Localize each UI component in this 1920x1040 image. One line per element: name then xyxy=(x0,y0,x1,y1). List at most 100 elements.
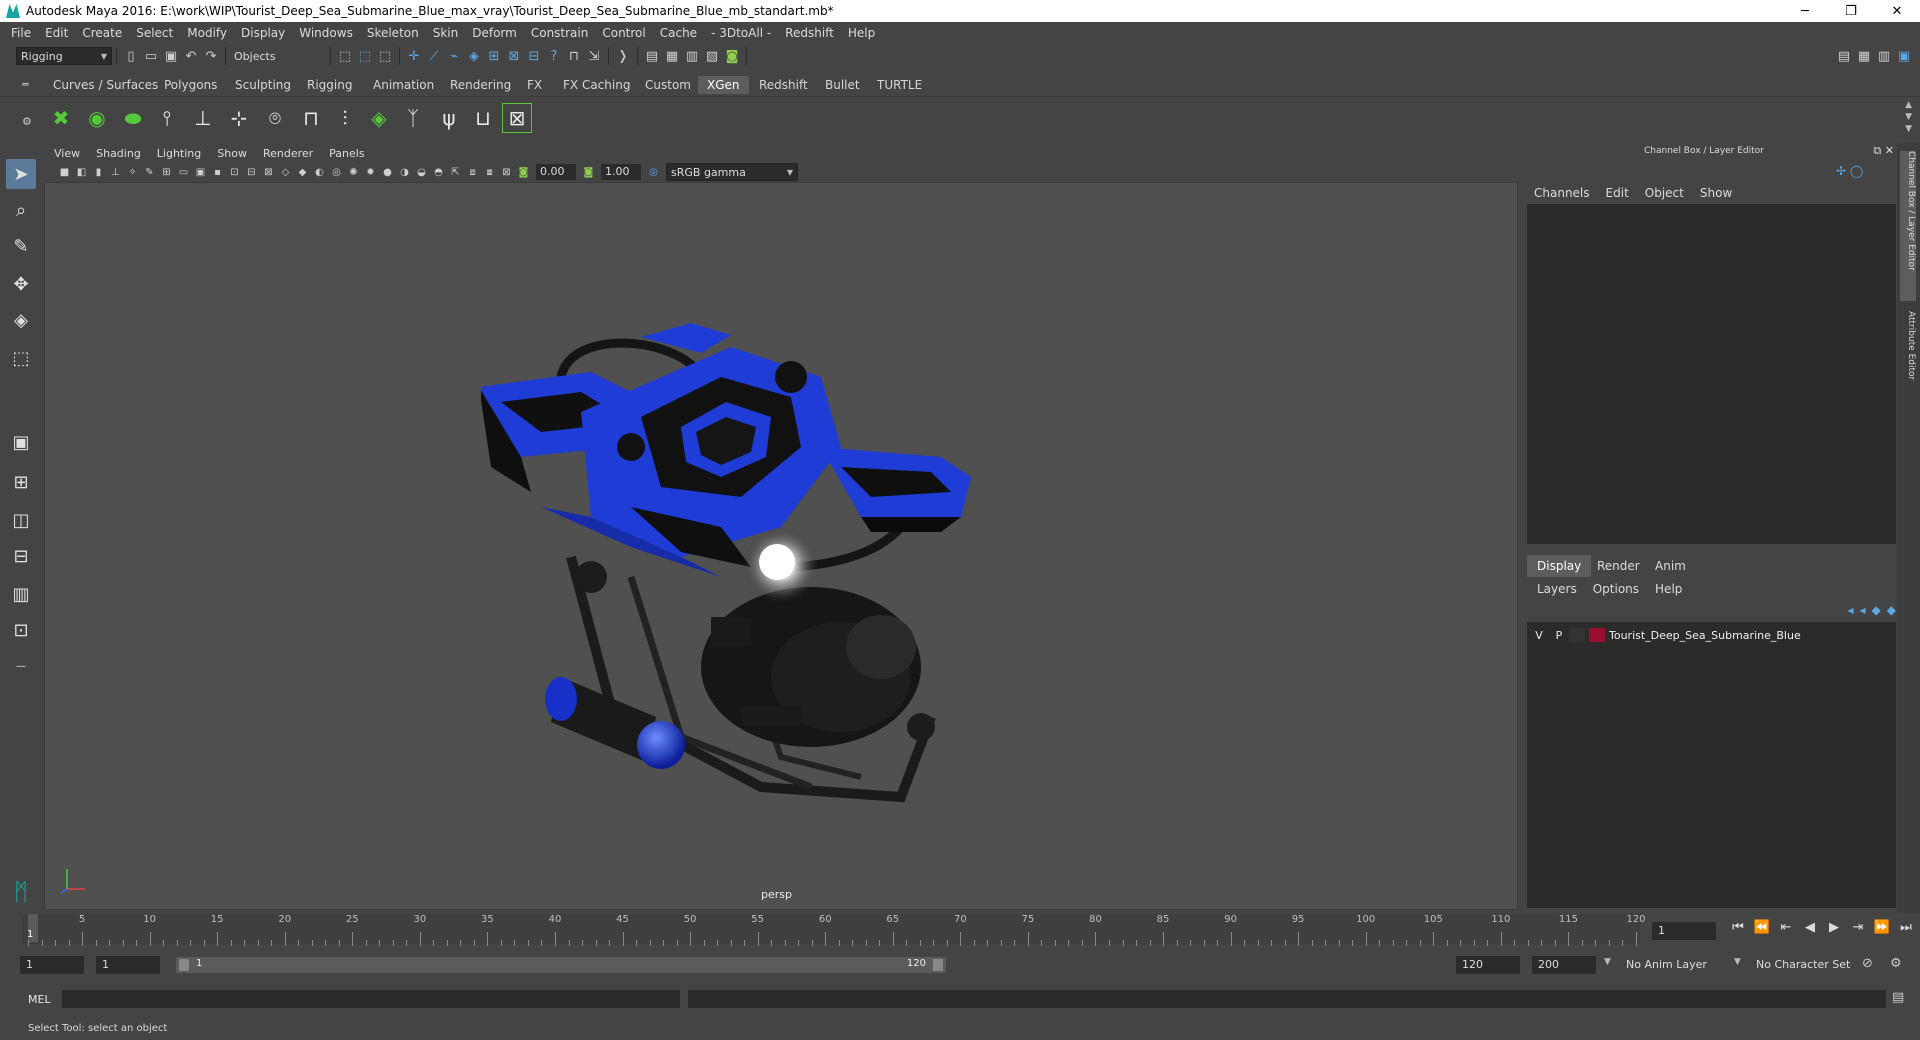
step-forward-icon[interactable]: ⏩ xyxy=(1872,920,1892,942)
safe-title-icon[interactable]: ⊠ xyxy=(260,164,277,180)
exposure-field[interactable]: 0.00 xyxy=(536,164,576,180)
step-forward-key-icon[interactable]: ⇥ xyxy=(1848,920,1868,942)
tab-xgen[interactable]: XGen xyxy=(698,76,749,94)
xgen-lock-guide-icon[interactable]: ⊓ xyxy=(296,103,326,133)
new-scene-icon[interactable]: ▯ xyxy=(121,46,141,66)
xgen-add-guide-icon[interactable]: ⊥ xyxy=(188,103,218,133)
tab-display[interactable]: Display xyxy=(1527,555,1592,577)
open-scene-icon[interactable]: ▭ xyxy=(141,46,161,66)
render-current-icon[interactable]: ▦ xyxy=(662,46,682,66)
playback-end-field[interactable]: 120 xyxy=(1456,956,1520,974)
viewport-menu-panels[interactable]: Panels xyxy=(329,147,364,160)
field-chart-icon[interactable]: ⊡ xyxy=(226,164,243,180)
tab-curves-surfaces[interactable]: Curves / Surfaces xyxy=(44,76,167,94)
menu-windows[interactable]: Windows xyxy=(292,26,360,40)
xgen-comb-icon[interactable]: ψ xyxy=(434,103,464,133)
safe-action-icon[interactable]: ⊟ xyxy=(243,164,260,180)
render-view-icon[interactable]: ▤ xyxy=(642,46,662,66)
step-back-key-icon[interactable]: ⇤ xyxy=(1776,920,1796,942)
motion-blur-icon[interactable]: ◑ xyxy=(396,164,413,180)
new-layer-selected-icon[interactable]: ◆ xyxy=(1887,603,1896,617)
select-hierarchy-icon[interactable]: ⬚ xyxy=(335,46,355,66)
exposure-icon[interactable]: ◙ xyxy=(515,164,532,180)
quick-layout-hypershade-icon[interactable]: ⊡ xyxy=(6,615,36,645)
menu-3dtoall[interactable]: - 3DtoAll - xyxy=(704,26,778,40)
xray-joints-icon[interactable]: ⧇ xyxy=(481,164,498,180)
rotate-tool-icon[interactable]: ◈ xyxy=(6,305,36,335)
range-start-handle[interactable] xyxy=(179,959,189,971)
menu-cache[interactable]: Cache xyxy=(653,26,704,40)
2d-pan-zoom-icon[interactable]: ✧ xyxy=(124,164,141,180)
channel-box-area[interactable] xyxy=(1527,204,1896,544)
chevron-down-icon[interactable]: ▼ xyxy=(1604,957,1611,967)
tab-anim[interactable]: Anim xyxy=(1645,555,1696,577)
screen-space-ao-icon[interactable]: ● xyxy=(379,164,396,180)
select-object-icon[interactable]: ⬚ xyxy=(355,46,375,66)
gamma-field[interactable]: 1.00 xyxy=(601,164,641,180)
menu-help[interactable]: Help xyxy=(841,26,882,40)
xgen-layers-icon[interactable]: ◈ xyxy=(364,103,394,133)
auto-key-icon[interactable]: ⊘ xyxy=(1862,956,1873,971)
resolution-gate-icon[interactable]: ▣ xyxy=(192,164,209,180)
shelf-settings-icon[interactable]: ⚙ xyxy=(22,115,32,128)
gamma-icon[interactable]: ◙ xyxy=(580,164,597,180)
layer-display-type[interactable] xyxy=(1569,628,1585,642)
color-management-icon[interactable]: ◎ xyxy=(645,164,662,180)
move-tool-icon[interactable]: ✥ xyxy=(6,269,36,299)
grease-pencil-icon[interactable]: ✎ xyxy=(141,164,158,180)
xray-icon[interactable]: ⧈ xyxy=(464,164,481,180)
playback-start-field[interactable]: 1 xyxy=(96,956,160,974)
scale-tool-icon[interactable]: ⬚ xyxy=(6,343,36,373)
tab-redshift[interactable]: Redshift xyxy=(750,76,817,94)
menu-modify[interactable]: Modify xyxy=(180,26,234,40)
tab-sculpting[interactable]: Sculpting xyxy=(226,76,300,94)
object-menu[interactable]: Object xyxy=(1645,186,1684,200)
side-tab-attribute-editor[interactable]: Attribute Editor xyxy=(1900,311,1916,401)
viewport-menu-show[interactable]: Show xyxy=(217,147,247,160)
workspace-layout-icon[interactable]: ▤ xyxy=(1834,46,1854,66)
menu-deform[interactable]: Deform xyxy=(465,26,524,40)
help-menu[interactable]: Help xyxy=(1655,582,1682,596)
tab-turtle[interactable]: TURTLE xyxy=(868,76,931,94)
viewport-menu-renderer[interactable]: Renderer xyxy=(263,147,313,160)
viewport-menu-shading[interactable]: Shading xyxy=(96,147,141,160)
lock-icon[interactable]: ⊓ xyxy=(564,46,584,66)
selection-mode-dropdown[interactable]: Objects xyxy=(230,47,326,65)
side-tab-channel-box[interactable]: Channel Box / Layer Editor xyxy=(1900,151,1916,301)
edit-menu[interactable]: Edit xyxy=(1606,186,1629,200)
menu-edit[interactable]: Edit xyxy=(38,26,75,40)
chevron-down-icon[interactable]: ▼ xyxy=(1734,957,1741,967)
layer-visibility-toggle[interactable]: V xyxy=(1529,629,1549,642)
range-slider[interactable]: 1 120 xyxy=(176,957,946,973)
xgen-bend-icon[interactable]: ᛉ xyxy=(398,103,428,133)
show-menu[interactable]: Show xyxy=(1700,186,1732,200)
layer-color-swatch[interactable] xyxy=(1589,628,1605,642)
xray-components-icon[interactable]: ⊠ xyxy=(498,164,515,180)
snap-view-plane-icon[interactable]: ◈ xyxy=(464,46,484,66)
input-output-icon[interactable]: ⇲ xyxy=(584,46,604,66)
anim-layer-dropdown[interactable]: No Anim Layer xyxy=(1620,956,1736,974)
select-tool-icon[interactable]: ➤ xyxy=(6,159,36,189)
restore-button[interactable]: ❐ xyxy=(1828,0,1874,22)
step-back-icon[interactable]: ⏪ xyxy=(1752,920,1772,942)
current-frame-field[interactable]: 1 xyxy=(1652,922,1716,940)
new-empty-layer-icon[interactable]: ◆ xyxy=(1872,603,1881,617)
smooth-shade-icon[interactable]: ◆ xyxy=(294,164,311,180)
menu-select[interactable]: Select xyxy=(129,26,180,40)
submarine-model[interactable] xyxy=(481,317,1151,807)
animation-end-field[interactable]: 200 xyxy=(1532,956,1596,974)
menu-create[interactable]: Create xyxy=(75,26,129,40)
xgen-cut-icon[interactable]: ⊔ xyxy=(468,103,498,133)
camera-select-icon[interactable]: ■ xyxy=(56,164,73,180)
range-slider-track-rest[interactable] xyxy=(946,956,1446,974)
viewport-menu-view[interactable]: View xyxy=(54,147,80,160)
panel-float-close-icon[interactable]: ⧉ ✕ xyxy=(1873,144,1894,158)
quick-layout-single-icon[interactable]: ▣ xyxy=(6,427,36,457)
render-settings-icon[interactable]: ▧ xyxy=(702,46,722,66)
snap-help-icon[interactable]: ? xyxy=(544,46,564,66)
channels-menu[interactable]: Channels xyxy=(1534,186,1590,200)
shelf-menu-icon[interactable]: ═ xyxy=(22,78,29,91)
tab-bullet[interactable]: Bullet xyxy=(816,76,869,94)
shadows-icon[interactable]: ✹ xyxy=(362,164,379,180)
attribute-editor-toggle-icon[interactable]: ▥ xyxy=(1874,46,1894,66)
